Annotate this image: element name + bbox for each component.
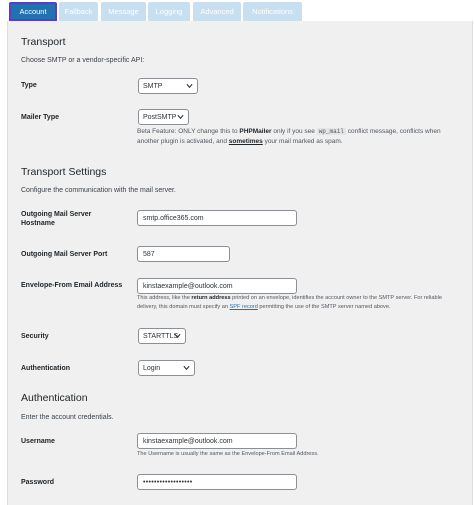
- server-hostname-input[interactable]: smtp.office365.com: [137, 210, 297, 226]
- note-text: Beta Feature: ONLY change this to: [137, 128, 240, 135]
- port-label: Outgoing Mail Server Port: [21, 251, 108, 258]
- type-select-value: SMTP: [143, 82, 163, 90]
- transport-settings-heading: Transport Settings: [21, 166, 107, 178]
- tab-label: Fallback: [64, 7, 93, 16]
- security-label: Security: [21, 333, 49, 340]
- tab-label: Logging: [155, 7, 183, 16]
- server-port-input[interactable]: 587: [137, 246, 230, 262]
- server-port-value: 587: [143, 250, 155, 258]
- transport-description: Choose SMTP or a vendor-specific API:: [21, 57, 145, 64]
- envelope-from-input[interactable]: kinstaexample@outlook.com: [137, 278, 297, 294]
- mailer-type-select[interactable]: PostSMTP: [138, 109, 189, 125]
- tab-label: Notifications: [252, 7, 293, 16]
- mailer-type-note: Beta Feature: ONLY change this to PHPMai…: [137, 127, 462, 147]
- authentication-heading: Authentication: [21, 392, 88, 404]
- mailer-type-select-value: PostSMTP: [143, 113, 177, 121]
- note-text: permitting the use of the SMTP server na…: [257, 304, 391, 310]
- chevron-down-icon: [186, 83, 193, 89]
- note-strong: return address: [191, 295, 231, 301]
- envelope-from-note: This address, like the return address pr…: [137, 294, 467, 312]
- server-hostname-value: smtp.office365.com: [143, 214, 204, 222]
- password-input[interactable]: ••••••••••••••••••: [137, 474, 297, 490]
- authentication-label: Authentication: [21, 365, 70, 372]
- username-value: kinstaexample@outlook.com: [143, 437, 233, 445]
- note-text: printed on an envelope, identifies the a…: [230, 295, 442, 301]
- username-label: Username: [21, 438, 55, 445]
- tab-fallback[interactable]: Fallback: [59, 2, 98, 21]
- tab-bar: Account Fallback Message Logging Advance…: [0, 0, 474, 22]
- password-label: Password: [21, 479, 55, 486]
- server-label-line: Hostname: [21, 220, 55, 227]
- tab-label: Message: [108, 7, 139, 16]
- tab-logging[interactable]: Logging: [148, 2, 190, 21]
- authentication-select[interactable]: Login: [138, 360, 195, 376]
- mailer-type-label: Mailer Type: [21, 114, 59, 121]
- username-note: The Username is usually the same as the …: [137, 451, 319, 457]
- tab-label: Account: [19, 7, 47, 16]
- type-label: Type: [21, 82, 37, 89]
- authentication-select-value: Login: [143, 364, 161, 372]
- tab-message[interactable]: Message: [101, 2, 146, 21]
- username-input[interactable]: kinstaexample@outlook.com: [137, 433, 297, 449]
- tab-account[interactable]: Account: [9, 2, 57, 21]
- note-text: only if you see: [271, 128, 317, 135]
- note-text: This address, like the: [137, 295, 192, 301]
- envelope-from-label: Envelope-From Email Address: [21, 282, 123, 289]
- note-strong: PHPMailer: [239, 128, 272, 135]
- note-text: delivery, this domain must specify an: [137, 304, 230, 310]
- note-text: your mail marked as spam.: [262, 138, 343, 145]
- note-code: wp_mail: [316, 128, 346, 135]
- transport-settings-description: Configure the communication with the mai…: [21, 187, 176, 194]
- tab-advanced[interactable]: Advanced: [193, 2, 241, 21]
- tab-label: Advanced: [200, 7, 234, 16]
- transport-heading: Transport: [21, 36, 66, 48]
- note-underline: sometimes: [228, 138, 263, 145]
- authentication-description: Enter the account credentials.: [21, 414, 114, 421]
- security-select-value: STARTTLS: [143, 332, 179, 340]
- chevron-down-icon: [177, 114, 184, 120]
- security-select[interactable]: STARTTLS: [138, 328, 186, 344]
- chevron-down-icon: [174, 333, 181, 339]
- envelope-from-value: kinstaexample@outlook.com: [143, 282, 233, 290]
- server-label-line: Outgoing Mail Server: [21, 211, 92, 218]
- tab-notifications[interactable]: Notifications: [243, 2, 302, 21]
- password-value: ••••••••••••••••••: [143, 478, 193, 486]
- server-label: Outgoing Mail Server Hostname: [21, 210, 91, 228]
- spf-record-link[interactable]: SPF record: [230, 304, 258, 310]
- chevron-down-icon: [183, 365, 190, 371]
- type-select[interactable]: SMTP: [138, 78, 198, 94]
